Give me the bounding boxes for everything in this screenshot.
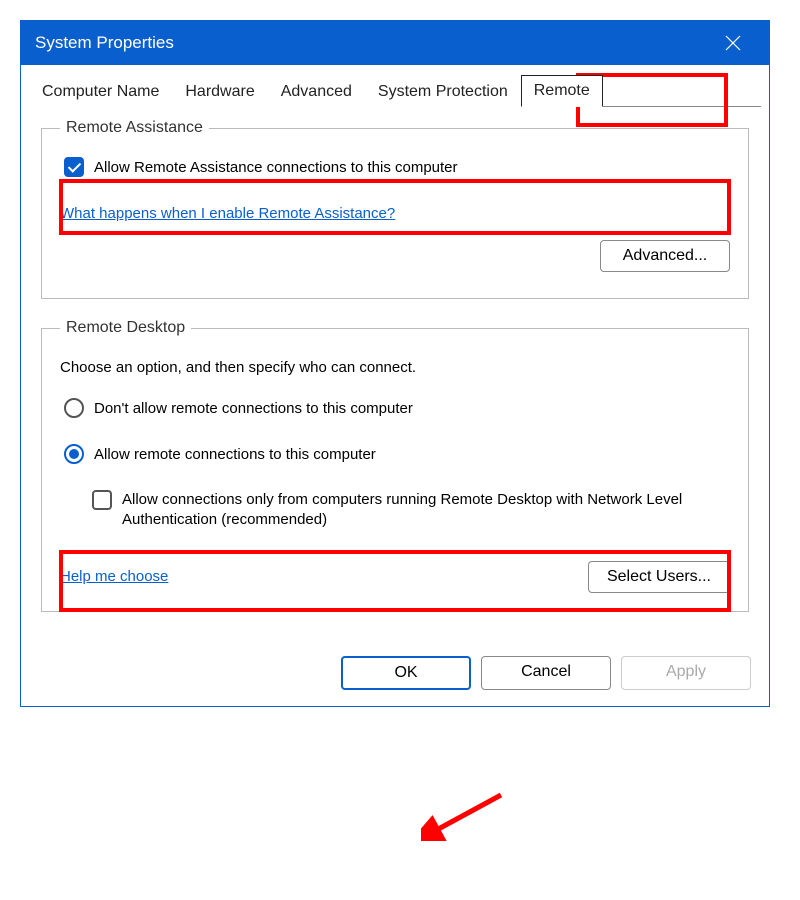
select-users-button[interactable]: Select Users... bbox=[588, 561, 730, 593]
allow-remote-row[interactable]: Allow remote connections to this compute… bbox=[60, 438, 730, 470]
allow-remote-label: Allow remote connections to this compute… bbox=[94, 446, 376, 463]
remote-assistance-advanced-button[interactable]: Advanced... bbox=[600, 240, 730, 272]
remote-assistance-legend: Remote Assistance bbox=[60, 119, 209, 137]
apply-button: Apply bbox=[621, 656, 751, 690]
window-title: System Properties bbox=[35, 33, 711, 53]
allow-remote-radio[interactable] bbox=[64, 444, 84, 464]
nla-checkbox-row[interactable]: Allow connections only from computers ru… bbox=[88, 484, 730, 537]
nla-checkbox[interactable] bbox=[92, 490, 112, 510]
allow-remote-assistance-row[interactable]: Allow Remote Assistance connections to t… bbox=[60, 151, 730, 183]
dialog-footer: OK Cancel Apply bbox=[21, 646, 769, 706]
tab-content: Remote Assistance Allow Remote Assistanc… bbox=[21, 107, 769, 646]
allow-remote-assistance-checkbox[interactable] bbox=[64, 157, 84, 177]
help-me-choose-link[interactable]: Help me choose bbox=[60, 568, 168, 585]
tab-system-protection[interactable]: System Protection bbox=[365, 76, 521, 107]
tab-remote[interactable]: Remote bbox=[521, 75, 603, 107]
cancel-button[interactable]: Cancel bbox=[481, 656, 611, 690]
tab-strip: Computer Name Hardware Advanced System P… bbox=[21, 65, 769, 107]
ok-button[interactable]: OK bbox=[341, 656, 471, 690]
close-icon[interactable] bbox=[711, 21, 755, 65]
nla-checkbox-label: Allow connections only from computers ru… bbox=[122, 490, 726, 531]
system-properties-dialog: System Properties Computer Name Hardware… bbox=[20, 20, 770, 707]
dont-allow-remote-row[interactable]: Don't allow remote connections to this c… bbox=[60, 392, 730, 424]
tab-hardware[interactable]: Hardware bbox=[172, 76, 267, 107]
dont-allow-remote-radio[interactable] bbox=[64, 398, 84, 418]
remote-assistance-group: Remote Assistance Allow Remote Assistanc… bbox=[41, 119, 749, 299]
arrow-annotation-icon bbox=[421, 791, 511, 841]
titlebar: System Properties bbox=[21, 21, 769, 65]
allow-remote-assistance-label: Allow Remote Assistance connections to t… bbox=[94, 159, 458, 176]
dont-allow-remote-label: Don't allow remote connections to this c… bbox=[94, 400, 413, 417]
remote-desktop-group: Remote Desktop Choose an option, and the… bbox=[41, 319, 749, 612]
remote-assistance-help-link[interactable]: What happens when I enable Remote Assist… bbox=[60, 205, 395, 222]
remote-desktop-legend: Remote Desktop bbox=[60, 319, 191, 337]
remote-desktop-instruction: Choose an option, and then specify who c… bbox=[60, 359, 730, 376]
tab-computer-name[interactable]: Computer Name bbox=[29, 76, 172, 107]
tab-advanced[interactable]: Advanced bbox=[268, 76, 365, 107]
